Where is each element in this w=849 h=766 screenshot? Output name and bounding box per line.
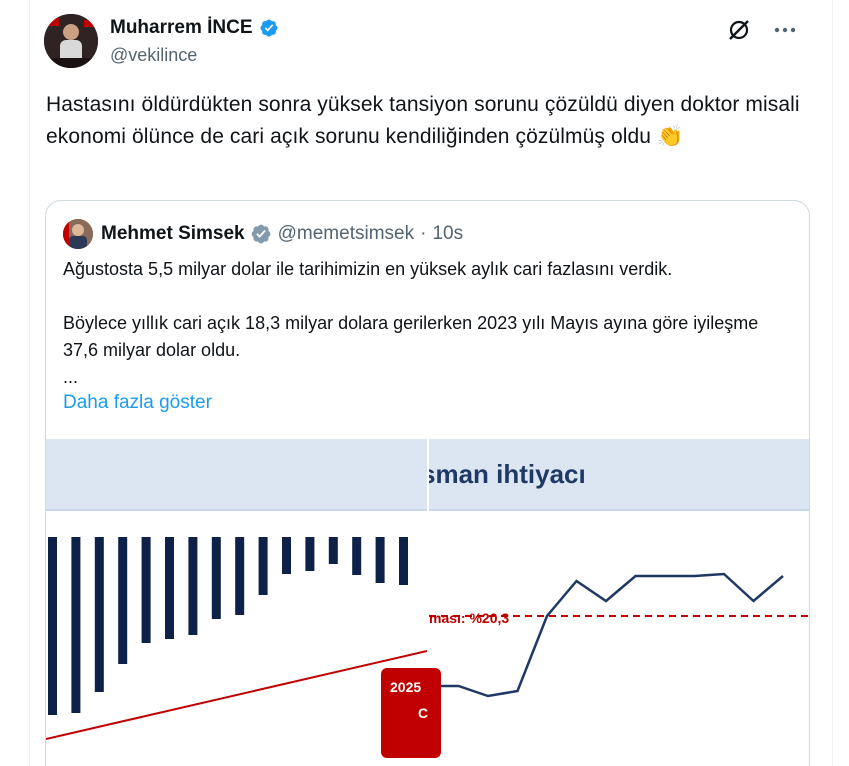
quote-timestamp[interactable]: 10s bbox=[432, 223, 463, 245]
grok-button[interactable] bbox=[725, 16, 753, 44]
chart-bar bbox=[235, 537, 245, 615]
highlight-box-text: C bbox=[418, 705, 429, 721]
chart-bar bbox=[258, 537, 268, 595]
quote-separator: · bbox=[420, 223, 427, 244]
more-button[interactable] bbox=[771, 16, 799, 44]
verified-badge-icon bbox=[259, 19, 278, 37]
tweet-header: Muharrem İNCE @vekilince bbox=[44, 14, 819, 70]
author-block: Muharrem İNCE @vekilince bbox=[110, 16, 279, 70]
quote-header: Mehmet Simsek @memetsimsek · 10s bbox=[63, 219, 463, 249]
chart-bar bbox=[305, 537, 315, 571]
chart-bar bbox=[71, 537, 81, 713]
chart-bar bbox=[328, 537, 338, 564]
government-verified-badge-icon bbox=[251, 224, 271, 244]
timeline-border-left bbox=[29, 0, 30, 766]
quote-author-name[interactable]: Mehmet Simsek bbox=[101, 223, 245, 245]
chart-bar bbox=[188, 537, 198, 635]
tweet-text: Hastasını öldürdükten sonra yüksek tansi… bbox=[46, 93, 800, 148]
grok-icon bbox=[729, 20, 749, 40]
chart-bar bbox=[352, 537, 362, 575]
chart-bar bbox=[375, 537, 385, 583]
chart-bar bbox=[211, 537, 221, 619]
chart-bar bbox=[48, 537, 57, 715]
avatar[interactable] bbox=[44, 14, 98, 68]
more-icon bbox=[774, 27, 796, 33]
quote-author-handle[interactable]: @memetsimsek bbox=[278, 223, 414, 245]
series-line bbox=[429, 572, 784, 698]
quote-ellipsis: ... bbox=[63, 367, 79, 387]
chart-bar bbox=[282, 537, 291, 574]
quote-avatar[interactable] bbox=[63, 219, 93, 249]
quote-media[interactable]: sman ihtiyacı ması: %20,3 2025 C bbox=[46, 439, 809, 766]
quoted-tweet[interactable]: Mehmet Simsek @memetsimsek · 10s Ağustos… bbox=[45, 200, 810, 766]
highlight-box-year: 2025 bbox=[390, 679, 422, 695]
reference-line-label: ması: %20,3 bbox=[429, 610, 510, 626]
chart-bar bbox=[94, 537, 104, 692]
media-image-right[interactable]: sman ihtiyacı ması: %20,3 bbox=[429, 439, 809, 766]
quote-paragraph-1: Ağustosta 5,5 milyar dolar ile tarihimiz… bbox=[63, 259, 673, 279]
author-name[interactable]: Muharrem İNCE bbox=[110, 16, 253, 40]
timeline-border-right bbox=[832, 0, 833, 766]
chart-bar bbox=[141, 537, 151, 643]
chart-bar bbox=[118, 537, 128, 664]
show-more-link[interactable]: Daha fazla göster bbox=[63, 392, 212, 414]
right-line-chart bbox=[429, 572, 809, 698]
author-handle[interactable]: @vekilince bbox=[110, 42, 279, 68]
chart-bar bbox=[165, 537, 174, 639]
quote-paragraph-2: Böylece yıllık cari açık 18,3 milyar dol… bbox=[63, 313, 759, 360]
avatar-image bbox=[44, 14, 98, 68]
left-bar-chart bbox=[46, 537, 427, 740]
quote-avatar-image bbox=[63, 219, 93, 249]
header-actions bbox=[725, 16, 799, 44]
quote-text: Ağustosta 5,5 milyar dolar ile tarihimiz… bbox=[63, 256, 793, 391]
chart-bar bbox=[399, 537, 408, 585]
media-image-left[interactable] bbox=[46, 439, 427, 766]
